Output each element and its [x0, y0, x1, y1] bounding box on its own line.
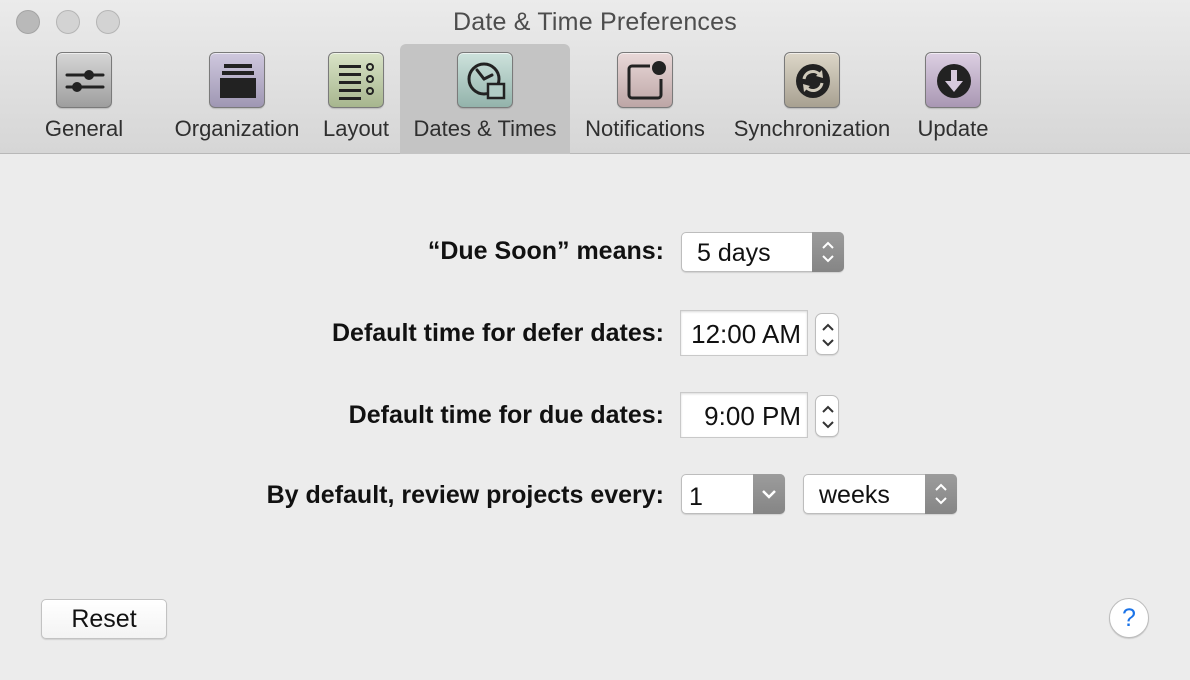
due-soon-label: “Due Soon” means:: [427, 237, 664, 265]
tab-notifications-label: Notifications: [585, 116, 705, 141]
preferences-window: Date & Time Preferences General Organiza…: [0, 0, 1190, 680]
help-button[interactable]: ?: [1109, 598, 1149, 638]
tab-general[interactable]: General: [36, 44, 132, 154]
popup-arrows-icon: [925, 474, 957, 514]
tab-layout-label: Layout: [322, 116, 390, 141]
review-label: By default, review projects every:: [266, 481, 664, 509]
reset-button[interactable]: Reset: [41, 599, 167, 639]
tab-layout[interactable]: Layout: [316, 44, 396, 154]
tab-organization-label: Organization: [174, 116, 300, 141]
clock-calendar-icon: [457, 52, 513, 108]
chevron-down-icon[interactable]: [753, 474, 785, 514]
tab-update-label: Update: [917, 116, 989, 141]
review-count-combobox[interactable]: 1: [681, 474, 785, 514]
due-time-label: Default time for due dates:: [348, 401, 664, 429]
tab-synchronization-label: Synchronization: [733, 116, 891, 141]
popup-arrows-icon: [812, 232, 844, 272]
review-unit-popup[interactable]: weeks: [803, 474, 957, 514]
due-soon-value: 5 days: [697, 239, 771, 267]
tab-organization[interactable]: Organization: [168, 44, 306, 154]
review-unit-value: weeks: [819, 481, 890, 509]
defer-time-field[interactable]: 12:00 AM: [680, 310, 808, 356]
tab-general-label: General: [44, 116, 124, 141]
window-title: Date & Time Preferences: [453, 8, 737, 36]
sliders-icon: [56, 52, 112, 108]
due-time-field[interactable]: 9:00 PM: [680, 392, 808, 438]
review-count-value: 1: [689, 483, 703, 511]
sync-arrows-icon: [784, 52, 840, 108]
defer-time-label: Default time for defer dates:: [331, 319, 664, 347]
defer-time-stepper[interactable]: [815, 313, 839, 355]
notification-badge-icon: [617, 52, 673, 108]
tab-synchronization[interactable]: Synchronization: [726, 44, 898, 154]
due-time-stepper[interactable]: [815, 395, 839, 437]
download-arrow-icon: [925, 52, 981, 108]
toolbar: Date & Time Preferences General Organiza…: [0, 0, 1190, 154]
tab-dates-times[interactable]: Dates & Times: [400, 44, 570, 154]
inbox-tray-icon: [209, 52, 265, 108]
tab-notifications[interactable]: Notifications: [576, 44, 714, 154]
tab-update[interactable]: Update: [910, 44, 996, 154]
due-soon-popup[interactable]: 5 days: [681, 232, 844, 272]
list-layout-icon: [328, 52, 384, 108]
tab-dates-times-label: Dates & Times: [413, 116, 557, 141]
